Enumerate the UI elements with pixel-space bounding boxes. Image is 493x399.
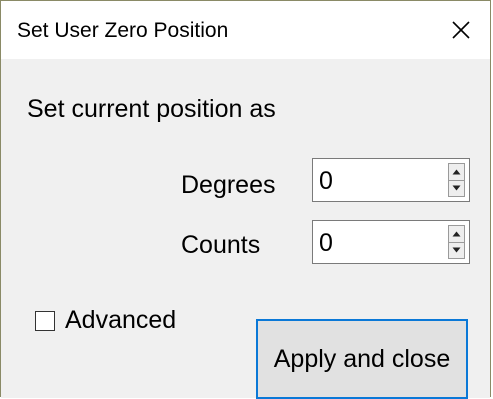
counts-value[interactable]: 0	[319, 229, 333, 258]
dialog-window: Set User Zero Position Set current posit…	[0, 0, 491, 399]
counts-increment-button[interactable]	[448, 225, 465, 242]
degrees-increment-button[interactable]	[448, 163, 465, 180]
section-heading: Set current position as	[27, 95, 276, 123]
degrees-label: Degrees	[181, 171, 276, 199]
counts-label: Counts	[181, 231, 261, 259]
title-bar: Set User Zero Position	[1, 1, 490, 59]
apply-and-close-button[interactable]: Apply and close	[256, 319, 468, 399]
arrow-down-icon	[452, 185, 461, 191]
advanced-checkbox[interactable]	[35, 310, 55, 331]
counts-stepper[interactable]: 0	[312, 220, 470, 264]
counts-decrement-button[interactable]	[448, 241, 465, 259]
arrow-up-icon	[452, 231, 461, 237]
advanced-label[interactable]: Advanced	[65, 306, 176, 335]
degrees-stepper[interactable]: 0	[312, 158, 470, 202]
arrow-down-icon	[452, 247, 461, 253]
close-icon	[452, 21, 470, 39]
advanced-option[interactable]: Advanced	[35, 306, 176, 335]
arrow-up-icon	[452, 169, 461, 175]
close-button[interactable]	[432, 1, 490, 59]
degrees-spin-buttons	[448, 163, 465, 197]
counts-spin-buttons	[448, 225, 465, 259]
dialog-title: Set User Zero Position	[17, 19, 229, 42]
degrees-decrement-button[interactable]	[448, 179, 465, 197]
degrees-value[interactable]: 0	[319, 167, 333, 196]
